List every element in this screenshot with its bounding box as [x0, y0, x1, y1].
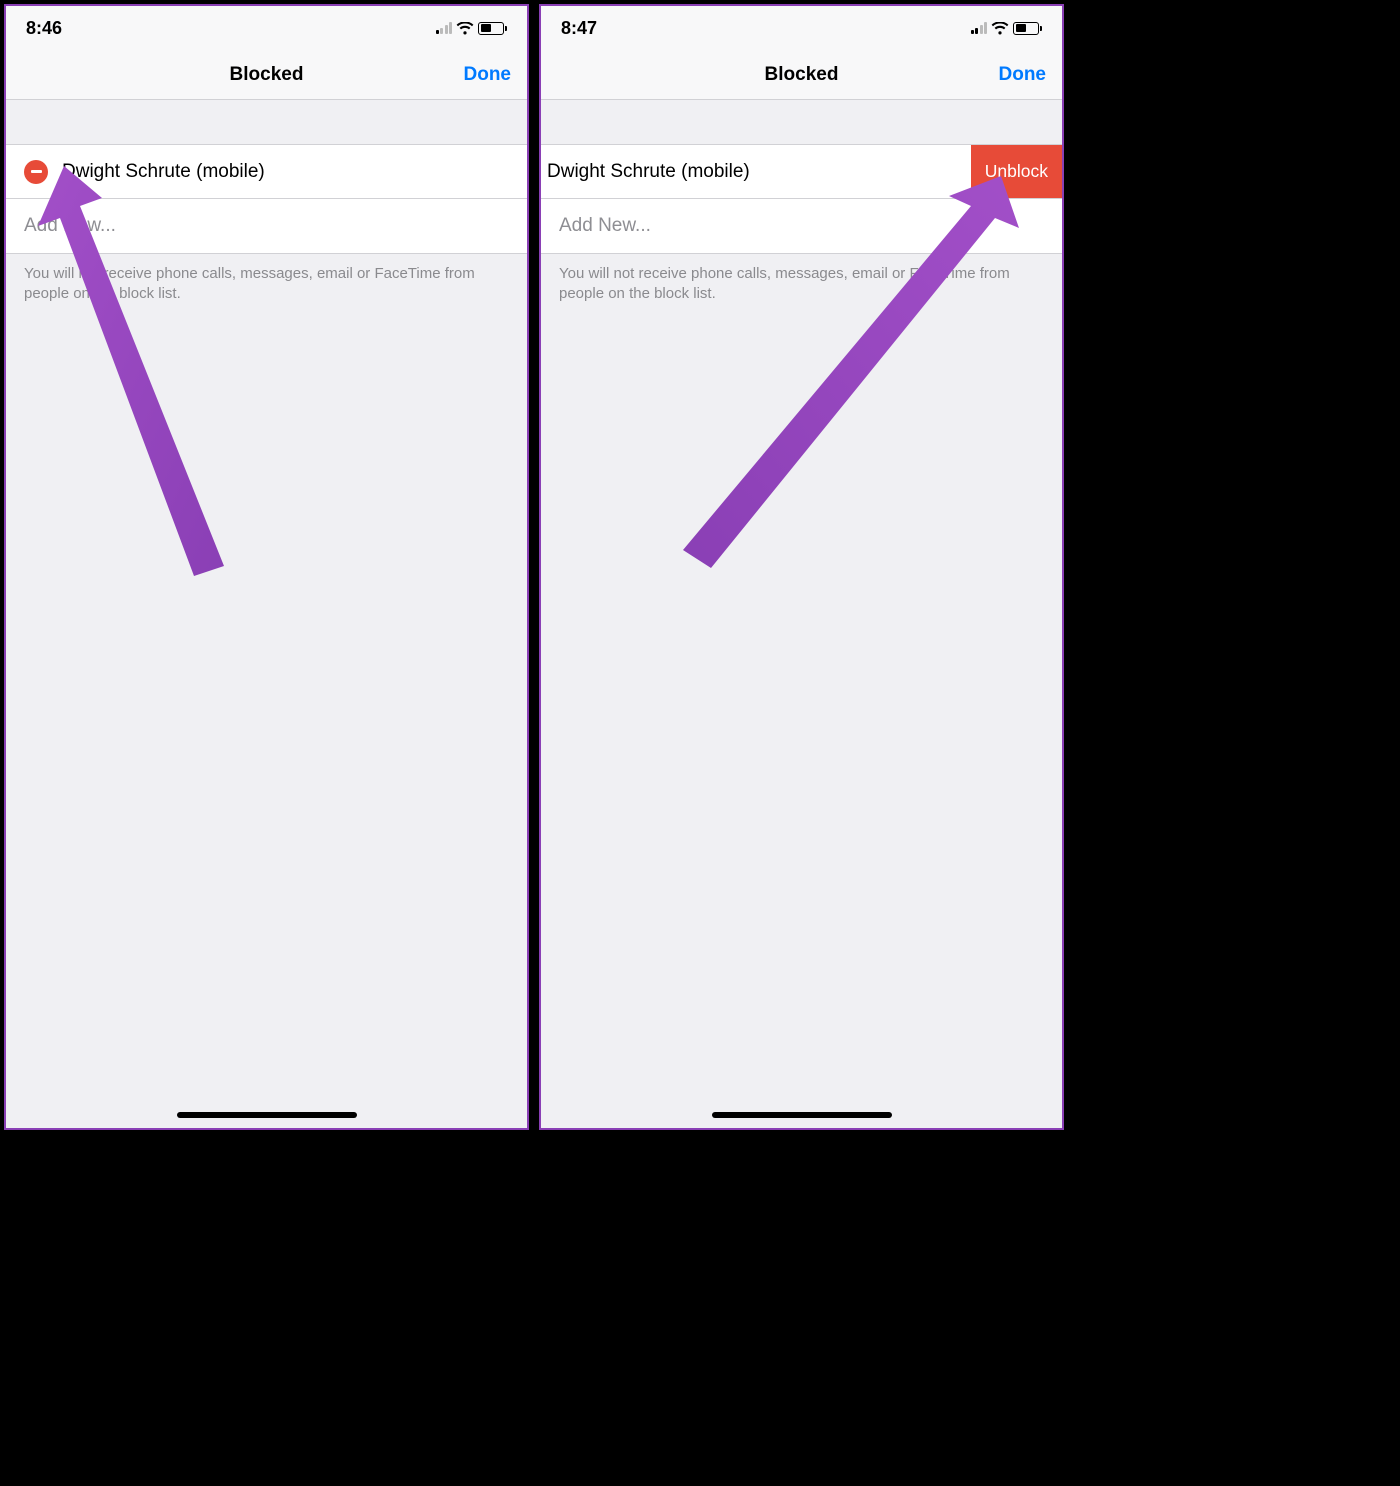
status-bar: 8:46: [6, 6, 527, 50]
wifi-icon: [456, 22, 474, 35]
status-indicators: [971, 22, 1043, 35]
phone-screenshot-right: 8:47 Blocked Done Dwight Schrute (mobile…: [539, 4, 1064, 1130]
delete-minus-icon[interactable]: [24, 160, 48, 184]
unblock-button[interactable]: Unblock: [971, 145, 1062, 198]
contact-name: Dwight Schrute (mobile): [62, 161, 527, 183]
status-bar: 8:47: [541, 6, 1062, 50]
page-title: Blocked: [230, 64, 304, 86]
nav-header: Blocked Done: [6, 50, 527, 100]
wifi-icon: [991, 22, 1009, 35]
battery-icon: [478, 22, 507, 35]
spacer: [541, 100, 1062, 144]
add-new-row[interactable]: Add New...: [541, 199, 1062, 253]
page-title: Blocked: [765, 64, 839, 86]
footer-description: You will not receive phone calls, messag…: [541, 254, 1062, 315]
signal-icon: [971, 22, 988, 34]
status-time: 8:46: [26, 18, 62, 39]
blocked-contact-row[interactable]: Dwight Schrute (mobile) Unblock: [539, 145, 1062, 199]
spacer: [6, 100, 527, 144]
blocked-contact-row[interactable]: Dwight Schrute (mobile): [6, 145, 527, 199]
add-new-label: Add New...: [559, 215, 651, 237]
home-indicator[interactable]: [177, 1112, 357, 1118]
add-new-row[interactable]: Add New...: [6, 199, 527, 253]
blocked-list: Dwight Schrute (mobile) Add New...: [6, 144, 527, 254]
done-button[interactable]: Done: [464, 64, 512, 86]
add-new-label: Add New...: [24, 215, 116, 237]
status-time: 8:47: [561, 18, 597, 39]
nav-header: Blocked Done: [541, 50, 1062, 100]
signal-icon: [436, 22, 453, 34]
phone-screenshot-left: 8:46 Blocked Done Dwight Schrute (mobile…: [4, 4, 529, 1130]
done-button[interactable]: Done: [999, 64, 1047, 86]
home-indicator[interactable]: [712, 1112, 892, 1118]
status-indicators: [436, 22, 508, 35]
blocked-list: Dwight Schrute (mobile) Unblock Add New.…: [541, 144, 1062, 254]
battery-icon: [1013, 22, 1042, 35]
contact-name: Dwight Schrute (mobile): [547, 161, 971, 183]
unblock-label: Unblock: [985, 161, 1048, 182]
footer-description: You will not receive phone calls, messag…: [6, 254, 527, 315]
